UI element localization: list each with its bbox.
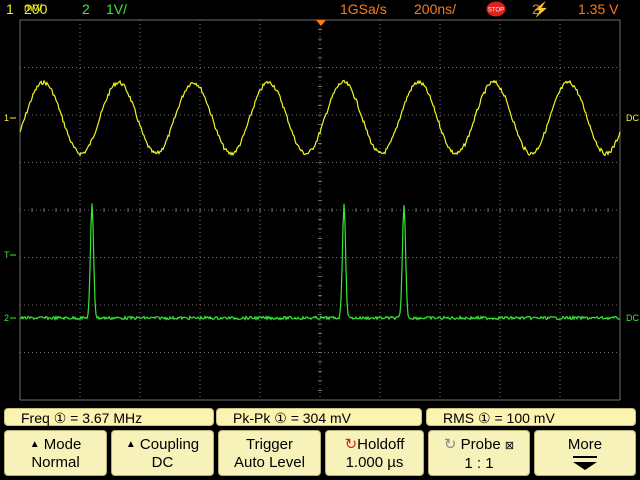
measurement-label: Freq xyxy=(21,410,50,426)
coupling-softkey[interactable]: ▲ Coupling DC xyxy=(111,430,214,476)
probe-x-icon: ⊠ xyxy=(504,440,515,452)
ch1-number: 1 xyxy=(6,1,14,17)
trigger-channel: 2 xyxy=(532,1,540,17)
rotate-knob-icon: ↻ xyxy=(344,436,358,453)
measurement-pkpk[interactable]: Pk-Pk ① = 304 mV xyxy=(216,408,422,426)
timebase[interactable]: 200ns/ xyxy=(414,0,456,18)
rotate-knob-icon: ↻ xyxy=(443,436,457,453)
ch1-coupling-marker: DC xyxy=(626,113,639,123)
measurement-rms[interactable]: RMS ① = 100 mV xyxy=(426,408,636,426)
channel-1-circle-icon: ① xyxy=(478,410,491,426)
waveform-display[interactable]: 1 T 2 DC DC xyxy=(0,18,640,406)
measurement-label: RMS xyxy=(443,410,475,426)
measurement-value: = 304 mV xyxy=(290,410,352,426)
softkey-value: Auto Level xyxy=(234,454,305,471)
trigger-softkey[interactable]: Trigger Auto Level xyxy=(218,430,321,476)
ch2-coupling-marker: DC xyxy=(626,313,639,323)
ch2-number: 2 xyxy=(82,1,90,17)
measurement-freq[interactable]: Freq ① = 3.67 MHz xyxy=(4,408,214,426)
measurement-value: = 3.67 MHz xyxy=(70,410,143,426)
probe-softkey[interactable]: ↻ Probe ⊠ 1 : 1 xyxy=(428,430,530,476)
measurement-value: = 100 mV xyxy=(494,410,555,426)
more-softkey[interactable]: More xyxy=(534,430,636,476)
channel-1-circle-icon: ① xyxy=(53,410,67,426)
softkey-label: Probe xyxy=(460,436,501,453)
arrow-down-icon xyxy=(573,456,597,470)
ch1-ground-marker[interactable]: 1 xyxy=(4,113,9,123)
svg-text:STOP: STOP xyxy=(488,8,504,14)
softkey-value: 1.000 µs xyxy=(345,454,404,471)
triangle-up-icon: ▲ xyxy=(29,439,40,450)
ch2-scale[interactable]: 1V/ xyxy=(106,0,127,18)
measurement-label: Pk-Pk xyxy=(233,410,271,426)
ch1-scale-unit: mV/ xyxy=(24,3,42,14)
softkey-label: Trigger xyxy=(246,436,293,453)
mode-softkey[interactable]: ▲ Mode Normal xyxy=(4,430,107,476)
softkey-label: More xyxy=(567,436,603,453)
softkey-value: 1 : 1 xyxy=(464,455,494,472)
ch2-ground-marker[interactable]: 2 xyxy=(4,313,9,323)
softkey-label: Holdoff xyxy=(357,436,405,453)
status-bar: 1 200 mV/ 2 1V/ 1GSa/s 200ns/ STOP ⚡ 2 1.… xyxy=(0,0,640,18)
trigger-level-marker[interactable]: T xyxy=(4,250,10,260)
softkey-label: Mode xyxy=(43,436,82,453)
holdoff-softkey[interactable]: ↻Holdoff 1.000 µs xyxy=(325,430,424,476)
softkey-value: Normal xyxy=(31,454,80,471)
triangle-up-icon: ▲ xyxy=(125,439,136,450)
stop-icon[interactable]: STOP xyxy=(486,1,506,17)
channel-1-circle-icon: ① xyxy=(274,410,287,426)
sample-rate: 1GSa/s xyxy=(340,1,387,17)
softkey-label: Coupling xyxy=(139,436,200,453)
trigger-level[interactable]: 1.35 V xyxy=(578,0,618,18)
softkey-value: DC xyxy=(151,454,174,471)
